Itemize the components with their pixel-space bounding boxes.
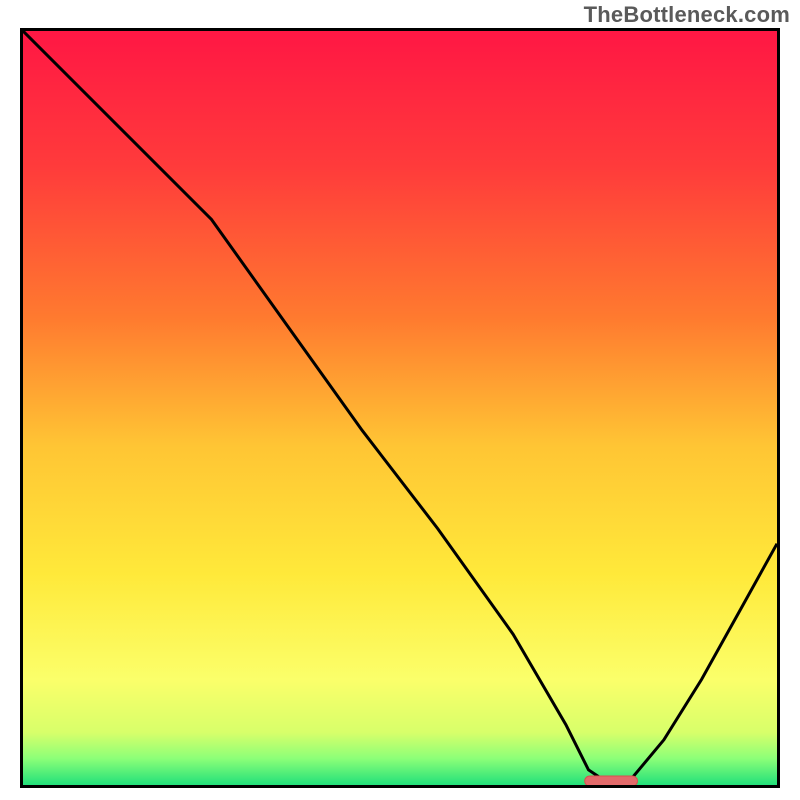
watermark-text: TheBottleneck.com (584, 2, 790, 28)
chart-frame (20, 28, 780, 788)
optimal-marker (585, 776, 638, 785)
bottleneck-chart (23, 31, 777, 785)
chart-stage: TheBottleneck.com (0, 0, 800, 800)
